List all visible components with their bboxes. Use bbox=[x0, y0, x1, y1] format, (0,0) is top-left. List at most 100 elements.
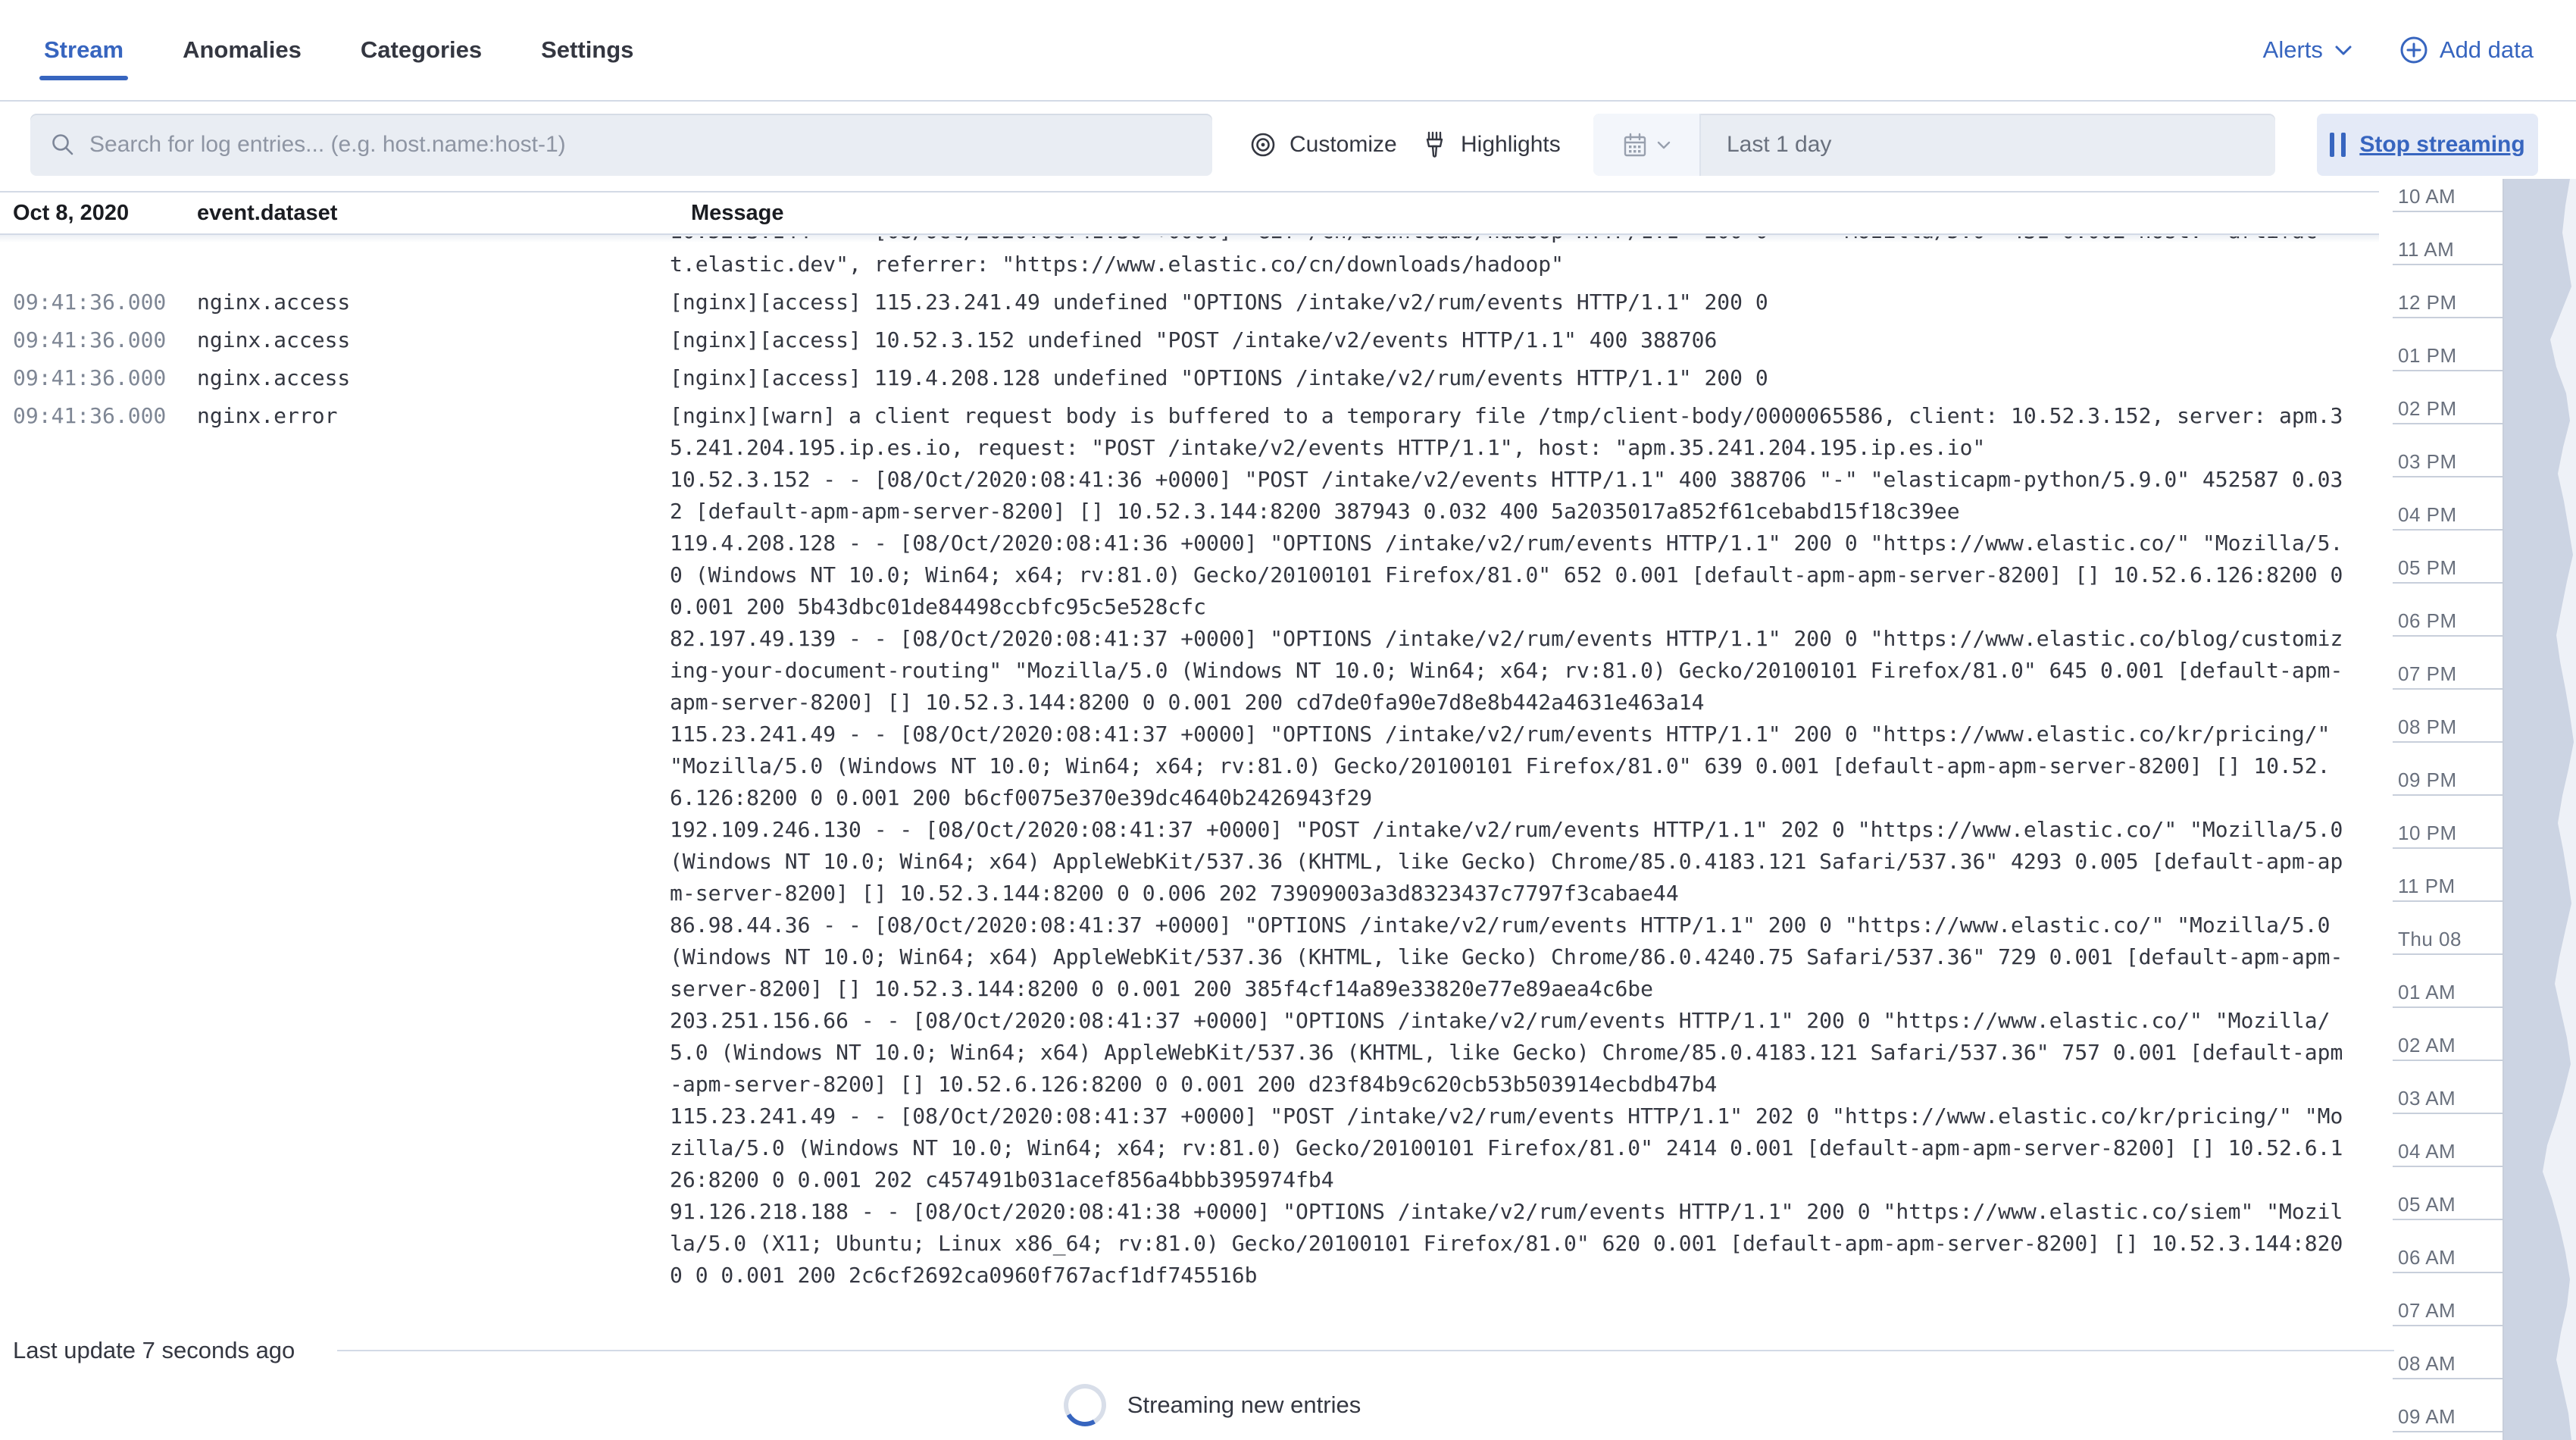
entry-message: [nginx][access] 119.4.208.128 undefined … bbox=[670, 362, 2349, 394]
log-entry-row[interactable]: 10.52.3.144 - - [08/Oct/2020:08:41:36 +0… bbox=[0, 236, 2379, 283]
message-line: [nginx][warn] a client request body is b… bbox=[670, 400, 2349, 464]
entry-dataset: nginx.access bbox=[197, 324, 350, 356]
minimap-tick-label: 08 AM bbox=[2398, 1352, 2456, 1376]
entry-dataset: nginx.error bbox=[197, 400, 337, 432]
minimap-tick-label: 06 PM bbox=[2398, 609, 2457, 633]
customize-label: Customize bbox=[1290, 132, 1397, 158]
minimap-tick-line bbox=[2393, 847, 2503, 849]
tab-anomalies[interactable]: Anomalies bbox=[181, 26, 303, 74]
minimap-tick-label: 04 PM bbox=[2398, 503, 2457, 527]
brush-icon bbox=[1421, 130, 1449, 159]
stop-streaming-button[interactable]: Stop streaming bbox=[2317, 114, 2538, 176]
log-table-header: Oct 8, 2020 event.dataset Message bbox=[0, 191, 2379, 235]
minimap-tick-line bbox=[2393, 317, 2503, 318]
minimap-tick-line bbox=[2393, 476, 2503, 477]
minimap-tick-label: 03 AM bbox=[2398, 1087, 2456, 1110]
minimap-tick-line bbox=[2393, 370, 2503, 371]
chevron-down-icon bbox=[1656, 137, 1671, 152]
clipped-line-fragment: 10.52.3.144 - - [08/Oct/2020:08:41:36 +0… bbox=[670, 236, 2349, 249]
minimap-tick-line bbox=[2393, 1378, 2503, 1379]
minimap-tick-line bbox=[2393, 900, 2503, 902]
entry-message: [nginx][access] 10.52.3.152 undefined "P… bbox=[670, 324, 2349, 356]
search-icon bbox=[50, 132, 76, 158]
highlights-label: Highlights bbox=[1461, 132, 1561, 158]
search-placeholder: Search for log entries... (e.g. host.nam… bbox=[89, 132, 566, 158]
minimap-tick-label: 05 PM bbox=[2398, 556, 2457, 580]
minimap-tick-line bbox=[2393, 794, 2503, 796]
stream-toolbar: Search for log entries... (e.g. host.nam… bbox=[0, 114, 2576, 176]
minimap-tick-line bbox=[2393, 1166, 2503, 1167]
entry-timestamp: 09:41:36.000 bbox=[13, 286, 166, 318]
minimap-tick-label: 08 PM bbox=[2398, 715, 2457, 739]
minimap-tick-line bbox=[2393, 1272, 2503, 1273]
streaming-status: Streaming new entries bbox=[0, 1384, 2424, 1426]
minimap-tick-line bbox=[2393, 529, 2503, 531]
minimap-axis-line bbox=[2503, 179, 2504, 1440]
minimap-tick-label: 10 AM bbox=[2398, 185, 2456, 208]
highlights-button[interactable]: Highlights bbox=[1421, 114, 1561, 176]
log-tabs: Stream Anomalies Categories Settings bbox=[42, 0, 635, 100]
message-line: 91.126.218.188 - - [08/Oct/2020:08:41:38… bbox=[670, 1196, 2349, 1291]
minimap-tick-label: 06 AM bbox=[2398, 1246, 2456, 1269]
log-density-chart bbox=[2503, 179, 2576, 1440]
message-line: 203.251.156.66 - - [08/Oct/2020:08:41:37… bbox=[670, 1005, 2349, 1100]
time-range-value[interactable]: Last 1 day bbox=[1701, 114, 1831, 176]
last-update-divider bbox=[337, 1350, 2394, 1351]
customize-button[interactable]: Customize bbox=[1249, 114, 1397, 176]
minimap-tick-label: Thu 08 bbox=[2398, 928, 2462, 951]
message-line: [nginx][access] 10.52.3.152 undefined "P… bbox=[670, 324, 2349, 356]
tab-categories[interactable]: Categories bbox=[359, 26, 483, 74]
tab-settings[interactable]: Settings bbox=[539, 26, 635, 74]
minimap-tick-line bbox=[2393, 423, 2503, 424]
log-entry-row[interactable]: 09:41:36.000 nginx.error [nginx][warn] a c… bbox=[0, 397, 2379, 1294]
pause-icon bbox=[2330, 133, 2346, 157]
message-line: 192.109.246.130 - - [08/Oct/2020:08:41:3… bbox=[670, 814, 2349, 909]
quick-select-button[interactable] bbox=[1593, 114, 1701, 176]
eye-target-icon bbox=[1249, 130, 1277, 159]
column-header-dataset: event.dataset bbox=[197, 193, 337, 233]
log-entry-row[interactable]: 09:41:36.000 nginx.access [nginx][access] … bbox=[0, 321, 2379, 359]
message-line: 82.197.49.139 - - [08/Oct/2020:08:41:37 … bbox=[670, 623, 2349, 718]
minimap-tick-label: 01 AM bbox=[2398, 981, 2456, 1004]
minimap-tick-label: 03 PM bbox=[2398, 450, 2457, 474]
time-minimap[interactable]: 10 AM11 AM12 PM01 PM02 PM03 PM04 PM05 PM… bbox=[2379, 179, 2576, 1440]
add-data-button[interactable]: Add data bbox=[2399, 35, 2534, 65]
chevron-down-icon bbox=[2334, 40, 2353, 60]
entry-timestamp: 09:41:36.000 bbox=[13, 324, 166, 356]
message-line: 115.23.241.49 - - [08/Oct/2020:08:41:37 … bbox=[670, 1100, 2349, 1196]
message-line: t.elastic.dev", referrer: "https://www.e… bbox=[670, 249, 2349, 280]
message-line: [nginx][access] 119.4.208.128 undefined … bbox=[670, 362, 2349, 394]
entry-dataset: nginx.access bbox=[197, 286, 350, 318]
log-entry-row[interactable]: 09:41:36.000nginx.access[nginx][access] … bbox=[0, 359, 2379, 397]
minimap-tick-label: 11 AM bbox=[2398, 238, 2454, 261]
minimap-tick-label: 07 PM bbox=[2398, 662, 2457, 686]
alerts-menu-button[interactable]: Alerts bbox=[2263, 36, 2353, 64]
add-data-label: Add data bbox=[2440, 36, 2534, 64]
entry-message: [nginx][warn] a client request body is b… bbox=[670, 400, 2349, 1291]
minimap-tick-label: 02 AM bbox=[2398, 1034, 2456, 1057]
alerts-label: Alerts bbox=[2263, 36, 2323, 64]
minimap-tick-line bbox=[2393, 1325, 2503, 1326]
minimap-tick-label: 10 PM bbox=[2398, 822, 2457, 845]
minimap-tick-label: 11 PM bbox=[2398, 875, 2456, 898]
message-line: 119.4.208.128 - - [08/Oct/2020:08:41:36 … bbox=[670, 527, 2349, 623]
column-header-message: Message bbox=[691, 193, 784, 233]
minimap-tick-label: 09 AM bbox=[2398, 1405, 2456, 1429]
search-input[interactable]: Search for log entries... (e.g. host.nam… bbox=[30, 114, 1212, 176]
log-entry-row[interactable]: 09:41:36.000nginx.access[nginx][access] … bbox=[0, 283, 2379, 321]
calendar-icon bbox=[1621, 131, 1649, 158]
message-line: 86.98.44.36 - - [08/Oct/2020:08:41:37 +0… bbox=[670, 909, 2349, 1005]
minimap-tick-label: 07 AM bbox=[2398, 1299, 2456, 1323]
minimap-tick-line bbox=[2393, 582, 2503, 584]
minimap-tick-line bbox=[2393, 1060, 2503, 1061]
entry-message: 10.52.3.144 - - [08/Oct/2020:08:41:36 +0… bbox=[670, 236, 2349, 280]
minimap-tick-line bbox=[2393, 1113, 2503, 1114]
last-update-text: Last update 7 seconds ago bbox=[13, 1335, 295, 1366]
log-entries-list[interactable]: 10.52.3.144 - - [08/Oct/2020:08:41:36 +0… bbox=[0, 236, 2379, 1320]
tab-stream[interactable]: Stream bbox=[42, 26, 125, 74]
message-line: 10.52.3.152 - - [08/Oct/2020:08:41:36 +0… bbox=[670, 464, 2349, 527]
date-range-picker: Last 1 day bbox=[1593, 114, 2275, 176]
minimap-tick-line bbox=[2393, 211, 2503, 212]
entry-timestamp: 09:41:36.000 bbox=[13, 400, 166, 432]
minimap-tick-label: 09 PM bbox=[2398, 769, 2457, 792]
